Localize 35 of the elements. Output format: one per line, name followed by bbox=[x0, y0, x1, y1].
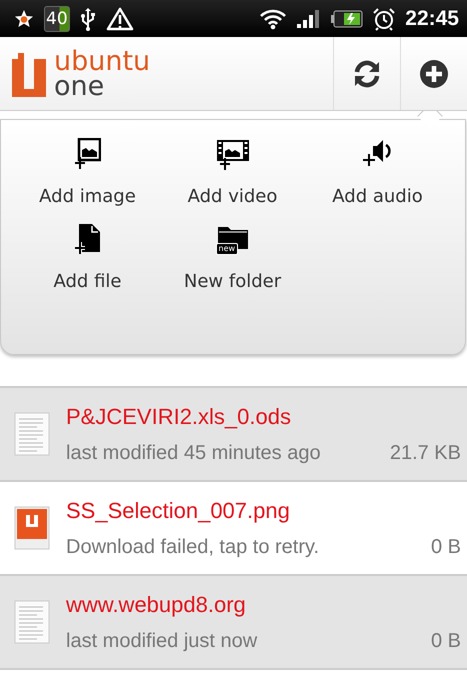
logo-text: one bbox=[54, 74, 106, 98]
menu-item[interactable]: Add file bbox=[15, 219, 160, 296]
star-icon bbox=[14, 8, 34, 28]
clock-time: 22:45 bbox=[405, 6, 459, 30]
image-add-icon bbox=[74, 138, 100, 172]
alarm-clock-icon bbox=[372, 6, 396, 30]
wifi-icon bbox=[259, 8, 288, 30]
menu-item[interactable]: Add image bbox=[15, 134, 160, 211]
file-add-icon bbox=[74, 223, 100, 257]
ubuntu-one-logo-icon bbox=[12, 50, 46, 96]
usb-icon bbox=[80, 6, 96, 30]
file-row[interactable]: P&JCEVIRI2.xls_0.ods last modified 45 minutes ago 21.7 KB bbox=[0, 388, 467, 482]
menu-item[interactable]: Add audio bbox=[305, 134, 450, 211]
menu-item[interactable]: new New folder bbox=[160, 219, 305, 296]
file-size: 21.7 KB bbox=[390, 442, 461, 464]
warning-icon bbox=[106, 6, 134, 30]
logo-text: ubuntu bbox=[54, 48, 150, 74]
plus-icon bbox=[419, 58, 449, 88]
document-thumbnail-icon bbox=[14, 412, 50, 456]
menu-item[interactable]: Add video bbox=[160, 134, 305, 211]
file-name: SS_Selection_007.png bbox=[66, 498, 291, 524]
file-status: last modified 45 minutes ago bbox=[66, 442, 321, 464]
file-name: P&JCEVIRI2.xls_0.ods bbox=[66, 404, 292, 430]
file-status: Download failed, tap to retry. bbox=[66, 536, 320, 558]
file-status: last modified just now bbox=[66, 630, 258, 652]
file-size: 0 B bbox=[430, 536, 461, 558]
image-thumbnail-icon bbox=[14, 506, 50, 550]
video-add-icon bbox=[216, 138, 250, 172]
file-name: www.webupd8.org bbox=[66, 592, 247, 618]
file-row[interactable]: www.webupd8.org last modified just now 0 B bbox=[0, 576, 467, 670]
document-thumbnail-icon bbox=[14, 600, 50, 644]
file-size: 0 B bbox=[430, 630, 461, 652]
battery-charging-icon bbox=[331, 10, 364, 28]
battery-level-badge: 40 bbox=[44, 6, 70, 32]
refresh-icon bbox=[352, 58, 382, 88]
